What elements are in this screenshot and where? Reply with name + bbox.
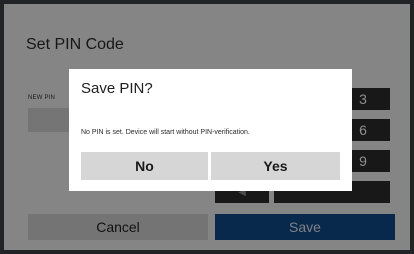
- no-button[interactable]: No: [81, 152, 208, 180]
- save-pin-dialog: Save PIN? No PIN is set. Device will sta…: [69, 69, 352, 191]
- dialog-message: No PIN is set. Device will start without…: [81, 129, 250, 136]
- yes-button[interactable]: Yes: [211, 152, 340, 180]
- dialog-title: Save PIN?: [81, 80, 153, 97]
